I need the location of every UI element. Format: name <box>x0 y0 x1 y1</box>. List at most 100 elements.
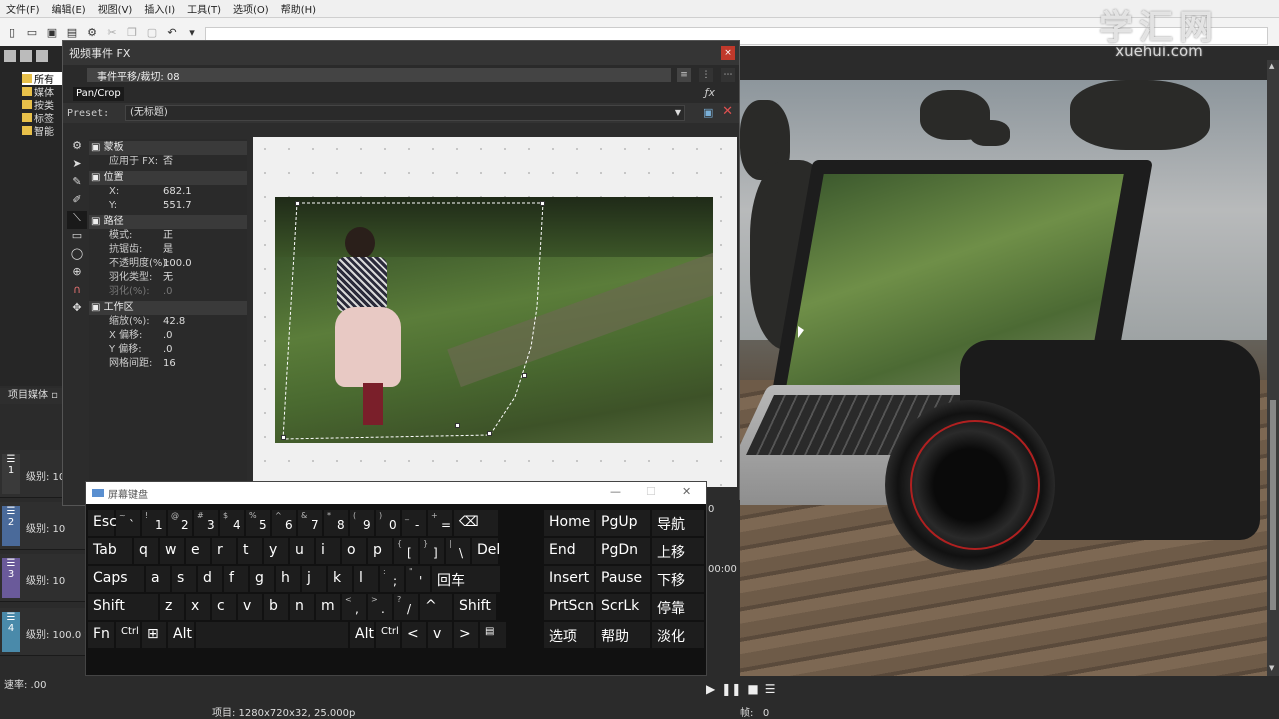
osk-key[interactable]: Tab <box>88 538 132 564</box>
gear-icon[interactable]: ⚙ <box>84 24 100 40</box>
property-row[interactable]: 网格间距: 16 <box>89 357 247 371</box>
osk-key[interactable]: >. <box>368 594 392 620</box>
magnet-icon[interactable]: ∩ <box>67 283 87 301</box>
osk-key[interactable]: $4 <box>220 510 244 536</box>
property-row[interactable]: Y: 551.7 <box>89 199 247 213</box>
osk-key[interactable]: o <box>342 538 366 564</box>
pause-icon[interactable]: ❚❚ <box>721 682 741 696</box>
mask-tool-icon[interactable]: ⟍ <box>67 211 87 229</box>
scroll-up-icon[interactable]: ▲ <box>1269 62 1277 70</box>
osk-key[interactable]: t <box>238 538 262 564</box>
osk-key[interactable] <box>196 622 348 648</box>
property-value[interactable]: 是 <box>163 243 173 257</box>
property-row[interactable]: 抗锯齿: 是 <box>89 243 247 257</box>
osk-nav-key[interactable]: 下移 <box>652 566 704 592</box>
cut-icon[interactable]: ✂ <box>104 24 120 40</box>
media-fx-icon[interactable] <box>36 50 48 62</box>
mask-handle[interactable] <box>295 201 300 206</box>
property-section[interactable]: ▣ 位置 <box>89 171 247 185</box>
property-row[interactable]: 羽化类型: 无 <box>89 271 247 285</box>
property-row[interactable]: 模式: 正 <box>89 229 247 243</box>
osk-key[interactable]: | \ <box>446 538 470 564</box>
list-view-icon[interactable]: ≡ <box>677 68 691 82</box>
osk-key[interactable]: y <box>264 538 288 564</box>
track-menu-icon[interactable]: ☰ <box>7 506 16 517</box>
osk-key[interactable]: Shift <box>454 594 496 620</box>
osk-nav-key[interactable]: ScrLk <box>596 594 650 620</box>
save-icon[interactable]: ▣ <box>44 24 60 40</box>
osk-key[interactable]: ▤ <box>480 622 506 648</box>
explorer-tree-item[interactable]: 标签 <box>22 111 64 124</box>
property-value[interactable]: 无 <box>163 271 173 285</box>
osk-nav-key[interactable]: PgUp <box>596 510 650 536</box>
osk-key[interactable]: r <box>212 538 236 564</box>
collapse-icon[interactable]: ▣ <box>91 302 104 313</box>
osk-key[interactable]: Fn <box>88 622 114 648</box>
track-menu-icon[interactable]: ☰ <box>7 558 16 569</box>
scroll-down-icon[interactable]: ▼ <box>1269 664 1277 672</box>
ellipse-icon[interactable]: ◯ <box>67 247 87 265</box>
stop-icon[interactable]: ■ <box>747 682 758 696</box>
track-number[interactable]: ☰ 2 <box>2 506 20 546</box>
maximize-icon[interactable]: ☐ <box>646 485 656 498</box>
osk-key[interactable]: ^ <box>420 594 452 620</box>
undo-icon[interactable]: ↶ <box>164 24 180 40</box>
anchor-edit-icon[interactable]: ✐ <box>67 193 87 211</box>
track-number[interactable]: ☰ 1 <box>2 454 20 494</box>
collapse-icon[interactable]: ▣ <box>91 142 104 153</box>
osk-key[interactable]: ! 1 <box>142 510 166 536</box>
osk-key[interactable]: c <box>212 594 236 620</box>
property-section[interactable]: ▣ 路径 <box>89 215 247 229</box>
rectangle-icon[interactable]: ▭ <box>67 229 87 247</box>
minimize-icon[interactable]: — <box>610 485 621 498</box>
menu-item[interactable]: 编辑(E) <box>46 1 92 16</box>
explorer-tree-item[interactable]: 按类 <box>22 98 64 111</box>
osk-key[interactable]: l <box>354 566 378 592</box>
menu-item[interactable]: 帮助(H) <box>275 1 322 16</box>
osk-key[interactable]: a <box>146 566 170 592</box>
track-menu-icon[interactable]: ☰ <box>7 454 16 465</box>
osk-key[interactable]: g <box>250 566 274 592</box>
osk-key[interactable]: }] <box>420 538 444 564</box>
osk-key[interactable]: % 5 <box>246 510 270 536</box>
osk-key[interactable]: s <box>172 566 196 592</box>
property-row[interactable]: Y 偏移: .0 <box>89 343 247 357</box>
zoom-icon[interactable]: ⊕ <box>67 265 87 283</box>
osk-key[interactable]: > <box>454 622 478 648</box>
fx-plugin-icon[interactable]: ƒx <box>705 86 715 99</box>
osk-key[interactable]: Esc <box>88 510 117 536</box>
osk-key[interactable]: _ - <box>402 510 426 536</box>
copy-icon[interactable]: ❐ <box>124 24 140 40</box>
osk-nav-key[interactable]: 停靠 <box>652 594 704 620</box>
tab-pan-crop[interactable]: Pan/Crop <box>73 87 124 101</box>
track-number[interactable]: ☰ 4 <box>2 612 20 652</box>
osk-key[interactable]: k <box>328 566 352 592</box>
menu-item[interactable]: 工具(T) <box>181 1 227 16</box>
osk-nav-key[interactable]: Insert <box>544 566 594 592</box>
osk-key[interactable]: (9 <box>350 510 374 536</box>
property-row[interactable]: X: 682.1 <box>89 185 247 199</box>
osk-key[interactable]: u <box>290 538 314 564</box>
collapse-icon[interactable]: ▣ <box>91 172 104 183</box>
osk-key[interactable]: #3 <box>194 510 218 536</box>
import-icon[interactable] <box>4 50 16 62</box>
close-icon[interactable]: ✕ <box>682 485 691 498</box>
property-value[interactable]: 100.0 <box>163 257 192 271</box>
osk-key[interactable]: ⌫ <box>454 510 498 536</box>
pan-crop-canvas[interactable] <box>253 137 737 487</box>
osk-nav-key[interactable]: 淡化 <box>652 622 704 648</box>
osk-nav-key[interactable]: 上移 <box>652 538 704 564</box>
osk-nav-key[interactable]: Home <box>544 510 594 536</box>
osk-key[interactable]: j <box>302 566 326 592</box>
osk-key[interactable]: & 7 <box>298 510 322 536</box>
grid-view-icon[interactable]: ⋮ <box>699 68 713 82</box>
save-preset-icon[interactable]: ▣ <box>703 106 715 119</box>
osk-key[interactable]: Del <box>472 538 500 564</box>
osk-key[interactable]: z <box>160 594 184 620</box>
mask-handle[interactable] <box>522 373 527 378</box>
collapse-icon[interactable]: ▣ <box>91 216 104 227</box>
undo-dropdown-icon[interactable]: ▾ <box>184 24 200 40</box>
video-preview[interactable] <box>740 80 1267 676</box>
open-folder-icon[interactable]: ▭ <box>24 24 40 40</box>
mask-handle[interactable] <box>281 435 286 440</box>
